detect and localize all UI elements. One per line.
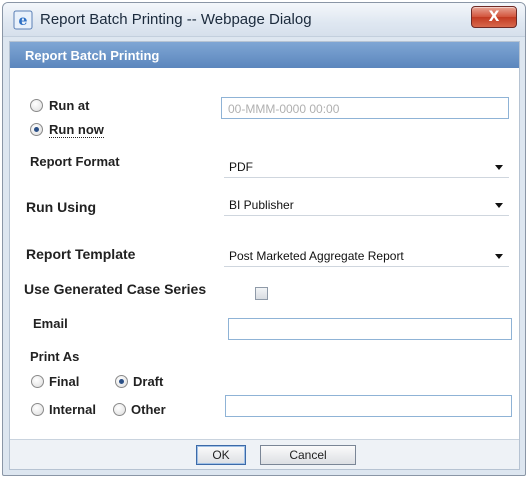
ie-page-icon: e <box>13 10 33 30</box>
run-using-label: Run Using <box>26 199 96 215</box>
print-other-input[interactable] <box>225 395 512 417</box>
print-internal-radio[interactable] <box>31 403 44 416</box>
window-title: Report Batch Printing -- Webpage Dialog <box>40 11 312 28</box>
ok-button[interactable]: OK <box>196 445 246 465</box>
chevron-down-icon <box>495 254 503 259</box>
dialog-body: Report Batch Printing Run at 00-MMM-0000… <box>9 41 520 470</box>
print-final-label: Final <box>49 374 80 389</box>
dialog-window: e Report Batch Printing -- Webpage Dialo… <box>2 2 526 476</box>
run-at-radio[interactable] <box>30 99 43 112</box>
svg-text:e: e <box>19 13 28 29</box>
report-format-value: PDF <box>229 160 253 174</box>
run-at-label: Run at <box>49 98 90 113</box>
chevron-down-icon <box>495 203 503 208</box>
title-bar[interactable]: e Report Batch Printing -- Webpage Dialo… <box>3 3 525 37</box>
cancel-button[interactable]: Cancel <box>260 445 356 465</box>
run-at-datetime-input[interactable]: 00-MMM-0000 00:00 <box>221 97 509 119</box>
button-bar: OK Cancel <box>10 439 519 469</box>
chevron-down-icon <box>495 165 503 170</box>
run-now-label: Run now <box>49 122 104 138</box>
run-now-radio[interactable] <box>30 123 43 136</box>
report-template-select[interactable]: Post Marketed Aggregate Report <box>224 245 509 267</box>
print-as-label: Print As <box>30 349 80 364</box>
report-template-value: Post Marketed Aggregate Report <box>229 249 404 263</box>
case-series-checkbox[interactable] <box>255 287 268 300</box>
print-other-label: Other <box>131 402 166 417</box>
print-draft-label: Draft <box>133 374 164 389</box>
print-other-radio[interactable] <box>113 403 126 416</box>
close-button[interactable]: X <box>471 6 517 28</box>
email-label: Email <box>33 316 68 331</box>
panel-header: Report Batch Printing <box>10 42 519 68</box>
case-series-label: Use Generated Case Series <box>24 281 207 297</box>
print-final-radio[interactable] <box>31 375 44 388</box>
run-using-select[interactable]: BI Publisher <box>224 194 509 216</box>
report-template-label: Report Template <box>26 246 136 262</box>
email-input[interactable] <box>228 318 512 340</box>
report-format-label: Report Format <box>30 154 120 169</box>
print-draft-radio[interactable] <box>115 375 128 388</box>
report-format-select[interactable]: PDF <box>224 156 509 178</box>
run-using-value: BI Publisher <box>229 198 294 212</box>
print-internal-label: Internal <box>49 402 96 417</box>
